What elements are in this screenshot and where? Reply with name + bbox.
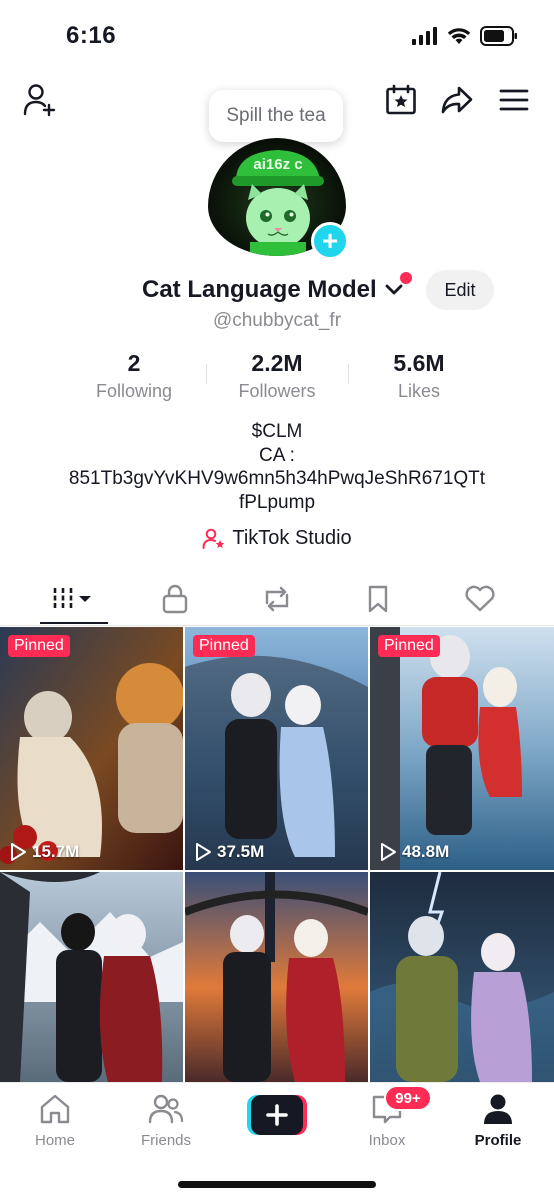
pinned-badge: Pinned bbox=[193, 635, 255, 657]
chevron-down-icon[interactable] bbox=[384, 282, 404, 298]
wifi-icon bbox=[447, 28, 471, 44]
video-thumbnail[interactable]: Pinned 15.7M bbox=[0, 627, 183, 870]
profile-stats: 2 Following 2.2M Followers 5.6M Likes bbox=[0, 350, 554, 402]
share-icon bbox=[441, 86, 473, 114]
view-count-text: 48.8M bbox=[402, 842, 450, 861]
stat-followers[interactable]: 2.2M Followers bbox=[202, 350, 352, 402]
tiktok-studio-link[interactable]: TikTok Studio bbox=[0, 527, 554, 550]
video-grid: Pinned 15.7M Pinned 37.5M Pinned 48.8M bbox=[0, 627, 554, 1082]
notification-dot bbox=[400, 272, 412, 284]
status-time: 6:16 bbox=[66, 22, 117, 49]
pinned-badge: Pinned bbox=[8, 635, 70, 657]
edit-profile-button[interactable]: Edit bbox=[426, 270, 494, 310]
studio-person-star-icon bbox=[202, 528, 225, 549]
menu-button[interactable] bbox=[496, 82, 532, 118]
calendar-star-icon bbox=[386, 84, 416, 115]
signal-icon bbox=[412, 27, 437, 45]
nav-friends-label: Friends bbox=[140, 1132, 192, 1149]
likes-count: 5.6M bbox=[393, 350, 445, 376]
add-friend-button[interactable] bbox=[20, 82, 60, 118]
nav-profile[interactable]: Profile bbox=[453, 1093, 543, 1149]
share-profile-button[interactable] bbox=[439, 82, 475, 118]
play-icon bbox=[381, 843, 396, 861]
video-thumbnail[interactable] bbox=[185, 872, 368, 1082]
create-button[interactable] bbox=[247, 1095, 307, 1135]
avatar[interactable]: ai16z c + bbox=[208, 138, 349, 260]
following-count: 2 bbox=[127, 350, 141, 376]
plus-icon: + bbox=[321, 225, 339, 256]
studio-label: TikTok Studio bbox=[232, 527, 352, 549]
tab-videos[interactable] bbox=[40, 574, 108, 624]
view-count-text: 37.5M bbox=[217, 842, 265, 861]
play-icon bbox=[11, 843, 26, 861]
status-bar: 6:16 bbox=[0, 0, 554, 70]
followers-label: Followers bbox=[238, 381, 316, 401]
repost-icon bbox=[265, 586, 289, 612]
display-name: Cat Language Model bbox=[142, 276, 377, 303]
avatar-cap-text: ai16z c bbox=[253, 156, 303, 173]
video-thumbnail[interactable]: Pinned 48.8M bbox=[370, 627, 554, 870]
likes-label: Likes bbox=[397, 381, 441, 401]
add-avatar-button[interactable]: + bbox=[311, 222, 349, 260]
stat-likes[interactable]: 5.6M Likes bbox=[344, 350, 494, 402]
tab-reposts[interactable] bbox=[252, 574, 302, 624]
video-thumbnail[interactable] bbox=[0, 872, 183, 1082]
bio: $CLM CA : 851Tb3gvYvKHV9w6mn5h34hPwqJeSh… bbox=[0, 420, 554, 514]
spill-the-tea-tooltip[interactable]: Spill the tea bbox=[209, 90, 343, 142]
inbox-badge: 99+ bbox=[384, 1085, 432, 1111]
calendar-button[interactable] bbox=[383, 82, 419, 118]
video-thumbnail[interactable] bbox=[370, 872, 554, 1082]
create-plus-icon bbox=[247, 1095, 307, 1135]
videos-grid-icon bbox=[53, 588, 91, 610]
lock-icon bbox=[162, 584, 188, 614]
bio-line: fPLpump bbox=[238, 491, 316, 513]
nav-home[interactable]: Home bbox=[10, 1093, 100, 1149]
following-label: Following bbox=[95, 381, 173, 401]
followers-count: 2.2M bbox=[251, 350, 303, 376]
nav-profile-label: Profile bbox=[474, 1132, 522, 1149]
home-indicator[interactable] bbox=[178, 1181, 376, 1188]
play-icon bbox=[196, 843, 211, 861]
add-friend-icon bbox=[23, 84, 56, 117]
tab-private[interactable] bbox=[150, 574, 200, 624]
profile-icon bbox=[484, 1094, 512, 1124]
tab-saved[interactable] bbox=[353, 574, 403, 624]
menu-icon bbox=[499, 89, 529, 111]
video-thumbnail[interactable]: Pinned 37.5M bbox=[185, 627, 368, 870]
bio-line: $CLM bbox=[251, 421, 303, 442]
stat-following[interactable]: 2 Following bbox=[59, 350, 209, 402]
tooltip-text: Spill the tea bbox=[226, 105, 326, 126]
bookmark-icon bbox=[368, 585, 388, 613]
home-icon bbox=[40, 1094, 70, 1124]
view-count: 48.8M bbox=[378, 842, 449, 862]
view-count: 37.5M bbox=[193, 842, 264, 862]
view-count-text: 15.7M bbox=[32, 842, 80, 861]
nav-inbox-label: Inbox bbox=[368, 1132, 406, 1149]
pinned-badge: Pinned bbox=[378, 635, 440, 657]
bio-line: 851Tb3gvYvKHV9w6mn5h34hPwqJeShR671QTt bbox=[68, 468, 486, 489]
heart-icon bbox=[465, 585, 495, 612]
active-tab-indicator bbox=[40, 622, 108, 624]
profile-tabs bbox=[0, 574, 554, 626]
friends-icon bbox=[148, 1094, 184, 1124]
status-icons bbox=[412, 26, 518, 46]
username: @chubbycat_fr bbox=[212, 310, 342, 331]
nav-home-label: Home bbox=[34, 1132, 75, 1149]
view-count: 15.7M bbox=[8, 842, 79, 862]
tab-liked[interactable] bbox=[455, 574, 505, 624]
bio-line: CA : bbox=[259, 444, 295, 466]
battery-icon bbox=[480, 26, 517, 46]
nav-friends[interactable]: Friends bbox=[121, 1093, 211, 1149]
